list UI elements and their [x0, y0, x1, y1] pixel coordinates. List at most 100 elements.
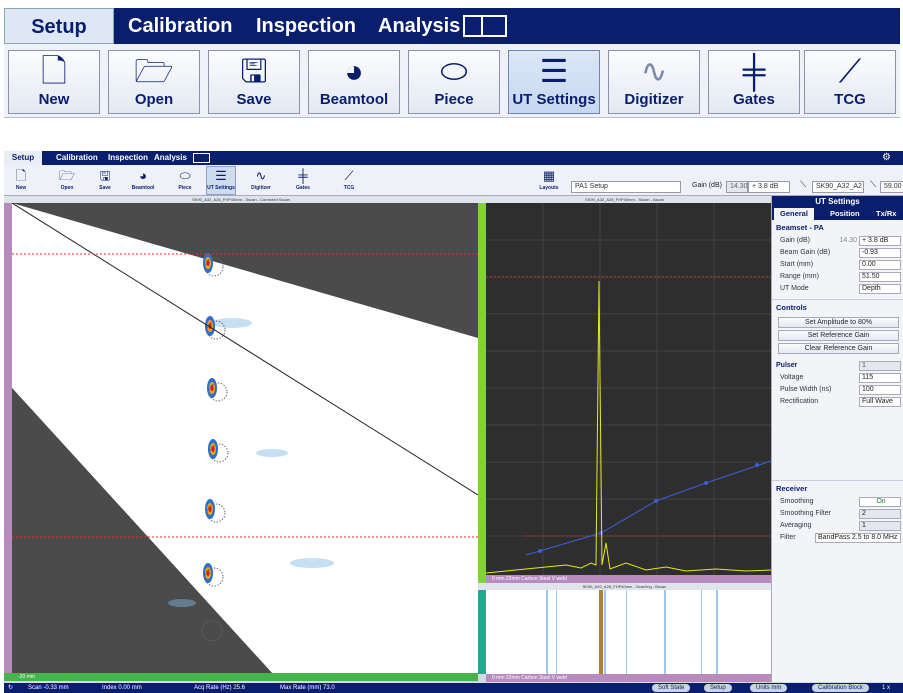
- tab-calibration[interactable]: Calibration: [128, 8, 232, 44]
- app-new-button[interactable]: 🗋 New: [6, 166, 36, 195]
- set-amplitude-button[interactable]: Set Amplitude to 80%: [778, 317, 899, 328]
- zoom-level: 1 x: [882, 685, 891, 691]
- gain-label: Gain (dB): [692, 182, 722, 189]
- max-rate: Max Rate (mm) 73.0: [280, 685, 335, 691]
- index-position: Index 0.00 mm: [102, 685, 142, 691]
- smoothing-toggle[interactable]: On: [859, 497, 901, 507]
- bscan-footer: 0 mm 22mm Carbon Steel V weld: [486, 674, 771, 682]
- tab-position[interactable]: Position: [824, 208, 866, 220]
- open-folder-icon: 🗁: [58, 168, 76, 183]
- new-file-icon: 🗋: [15, 168, 27, 183]
- gates-icon: ╪: [298, 168, 308, 183]
- tcg-icon: ⟋: [838, 53, 862, 89]
- bscan-scale: [478, 590, 486, 674]
- scan-position: Scan -0.33 mm: [28, 685, 69, 691]
- app-gates-button[interactable]: ╪ Gates: [288, 166, 318, 195]
- pulser-row: Pulser 1: [772, 360, 903, 372]
- pulser-select[interactable]: 1: [859, 361, 901, 371]
- tab-inspection[interactable]: Inspection: [256, 8, 356, 44]
- app-digitizer-button[interactable]: ∿ Digitizer: [246, 166, 276, 195]
- smoothing-row: Smoothing On: [772, 496, 903, 508]
- rectification-row: Rectification Full Wave: [772, 396, 903, 408]
- gain-offset-input[interactable]: + 3.8 dB: [748, 181, 790, 193]
- save-disk-icon: 🖫: [99, 168, 111, 183]
- range-row: Range (mm) 51.50: [772, 271, 903, 283]
- refresh-icon[interactable]: ↻: [8, 683, 13, 693]
- digitizer-icon: ∿: [255, 168, 267, 183]
- app-layout-toggle-icon[interactable]: [193, 153, 210, 163]
- mode-badge: Setup: [704, 684, 732, 692]
- gates-icon: ╪: [742, 53, 766, 89]
- calibration-block-badge[interactable]: Calibration Block: [812, 684, 870, 692]
- piece-icon: ⬭: [179, 168, 191, 183]
- app-save-button[interactable]: 🖫 Save: [90, 166, 120, 195]
- app-piece-button[interactable]: ⬭ Piece: [170, 166, 200, 195]
- units-badge[interactable]: Units mm: [750, 684, 788, 692]
- range-input[interactable]: 51.50: [859, 272, 901, 282]
- status-bar: ↻ Scan -0.33 mm Index 0.00 mm Acq Rate (…: [4, 683, 903, 693]
- pulse-width-input[interactable]: 100: [859, 385, 901, 395]
- layouts-button[interactable]: ▦ Layouts: [534, 166, 564, 195]
- bscan-panel-header: SK90_A32_A28_FHP40mm - Scan/Ing - Bscan: [478, 583, 771, 590]
- voltage-input[interactable]: 115: [859, 373, 901, 383]
- beamtool-button[interactable]: ◕ Beamtool: [308, 50, 400, 114]
- gain-row: Gain (dB) 14.30 + 3.8 dB: [772, 235, 903, 247]
- ut-settings-panel: UT Settings General Position Tx/Rx Beams…: [771, 196, 903, 682]
- setup-select[interactable]: PA1 Setup: [571, 181, 681, 193]
- digitizer-button[interactable]: ∿ Digitizer: [608, 50, 700, 114]
- clear-reference-gain-button[interactable]: Clear Reference Gain: [778, 343, 899, 354]
- sectorial-scale-start: -20 mm: [18, 674, 35, 680]
- new-button[interactable]: 🗋 New: [8, 50, 100, 114]
- gates-button[interactable]: ╪ Gates: [708, 50, 800, 114]
- angle-icon: ⟍: [870, 179, 877, 189]
- app-tab-analysis[interactable]: Analysis: [154, 151, 187, 165]
- app-beamtool-button[interactable]: ◕ Beamtool: [128, 166, 158, 195]
- beamset-select[interactable]: SK90_A32_A2: [812, 181, 864, 193]
- gain-input[interactable]: + 3.8 dB: [859, 236, 901, 246]
- app-tcg-button[interactable]: ⟋ TCG: [334, 166, 364, 195]
- digitizer-icon: ∿: [640, 53, 668, 89]
- save-button[interactable]: 🖫 Save: [208, 50, 300, 114]
- layout-toggle-icon[interactable]: [463, 15, 507, 37]
- app-tab-setup[interactable]: Setup: [4, 151, 42, 165]
- beamtool-icon: ◕: [139, 168, 147, 183]
- beamset-heading: Beamset - PA: [776, 223, 824, 232]
- app-tab-inspection[interactable]: Inspection: [108, 151, 148, 165]
- big-ribbon-toolbar: 🗋 New 🗁 Open 🖫 Save ◕ Beamtool ⬭ Piece ☰ UT Se…: [4, 44, 900, 118]
- open-button[interactable]: 🗁 Open: [108, 50, 200, 114]
- beam-gain-row: Beam Gain (dB) -0.93: [772, 247, 903, 259]
- save-disk-icon: 🖫: [240, 53, 268, 89]
- ut-settings-icon: ☰: [539, 53, 569, 89]
- set-reference-gain-button[interactable]: Set Reference Gain: [778, 330, 899, 341]
- filter-select[interactable]: BandPass 2.5 to 8.0 MHz: [815, 533, 901, 543]
- app-tab-calibration[interactable]: Calibration: [56, 151, 98, 165]
- application-window: Setup Calibration Inspection Analysis ⚙ …: [4, 151, 903, 693]
- smoothing-filter-select[interactable]: 2: [859, 509, 901, 519]
- tab-general[interactable]: General: [774, 208, 814, 220]
- app-ribbon-tabs: Setup Calibration Inspection Analysis ⚙: [4, 151, 903, 165]
- tcg-button[interactable]: ⟋ TCG: [804, 50, 896, 114]
- start-row: Start (mm) 0.00: [772, 259, 903, 271]
- averaging-row: Averaging 1: [772, 520, 903, 532]
- ut-mode-select[interactable]: Depth: [859, 284, 901, 294]
- controls-heading: Controls: [772, 299, 903, 315]
- start-input[interactable]: 0.00: [859, 260, 901, 270]
- rectification-select[interactable]: Full Wave: [859, 397, 901, 407]
- app-open-button[interactable]: 🗁 Open: [52, 166, 82, 195]
- averaging-select[interactable]: 1: [859, 521, 901, 531]
- ut-panel-tabs: General Position Tx/Rx: [772, 208, 903, 220]
- voltage-row: Voltage 115: [772, 372, 903, 384]
- tab-tx-rx[interactable]: Tx/Rx: [870, 208, 902, 220]
- tab-setup[interactable]: Setup: [4, 8, 114, 44]
- beam-gain-input[interactable]: -0.93: [859, 248, 901, 258]
- ut-settings-button[interactable]: ☰ UT Settings: [508, 50, 600, 114]
- piece-button[interactable]: ⬭ Piece: [408, 50, 500, 114]
- app-ut-settings-button[interactable]: ☰ UT Settings: [206, 166, 236, 195]
- gear-icon[interactable]: ⚙: [882, 152, 891, 163]
- gain-base-value: 14.30: [726, 181, 748, 193]
- ascan-panel-header: SK90_A32_A28_FHP40mm - Sscan - Ascan: [478, 196, 771, 203]
- piece-icon: ⬭: [440, 53, 468, 89]
- angle-input[interactable]: 59.00: [880, 181, 903, 193]
- tab-analysis[interactable]: Analysis: [378, 8, 460, 44]
- new-file-icon: 🗋: [41, 53, 67, 89]
